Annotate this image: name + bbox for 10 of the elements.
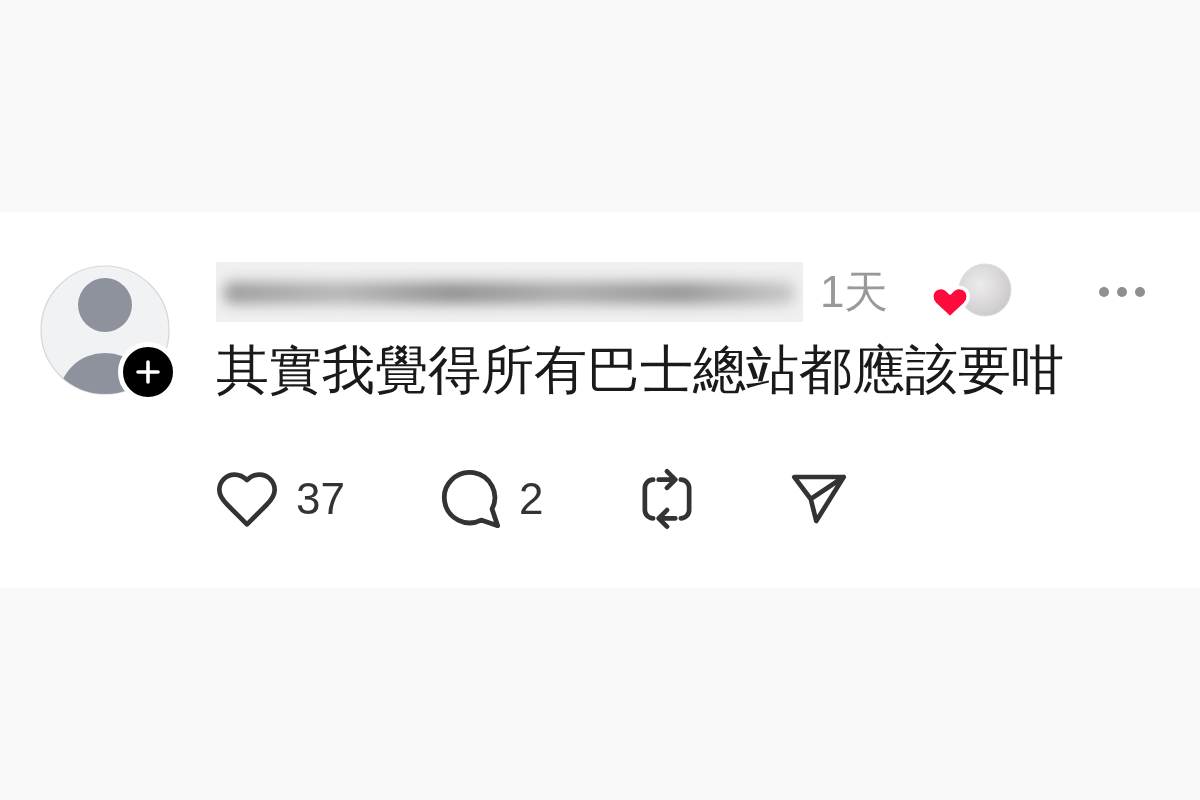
reply-button[interactable]: 2 [440, 469, 544, 529]
plus-icon [136, 360, 160, 384]
post-text: 其實我覺得所有巴士總站都應該要咁 [216, 339, 1065, 401]
like-button[interactable]: 37 [216, 470, 345, 528]
paper-plane-icon [791, 473, 848, 525]
more-icon [1099, 287, 1145, 297]
more-button[interactable] [1099, 287, 1145, 297]
speech-bubble-icon [440, 469, 501, 529]
post-time: 1天 [820, 270, 889, 314]
share-button[interactable] [791, 473, 848, 525]
